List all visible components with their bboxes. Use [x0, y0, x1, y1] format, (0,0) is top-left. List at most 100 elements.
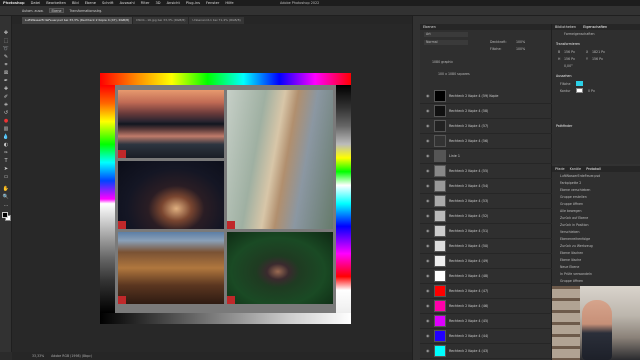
- auto-select-checkbox[interactable]: Autom. ausw.: [22, 9, 44, 13]
- appearance-heading[interactable]: Aussehen: [556, 74, 572, 78]
- history-item[interactable]: Gruppe erstellen: [560, 194, 587, 201]
- layer-name[interactable]: Rechteck 2 Kopie 4 (58): [449, 109, 488, 113]
- eraser-tool-icon[interactable]: ●: [2, 118, 10, 124]
- stroke-width-value[interactable]: 0 Px: [588, 89, 595, 93]
- visibility-eye-icon[interactable]: ◉: [426, 183, 431, 188]
- frame-tool-icon[interactable]: ⊠: [2, 70, 10, 76]
- visibility-eye-icon[interactable]: ◉: [426, 93, 431, 98]
- shape-tool-icon[interactable]: ▭: [2, 174, 10, 180]
- visibility-eye-icon[interactable]: ◉: [426, 168, 431, 173]
- visibility-eye-icon[interactable]: ◉: [426, 273, 431, 278]
- layer-name[interactable]: Rechteck 2 Kopie 4 (47): [449, 289, 488, 293]
- history-snapshot[interactable]: LuftWasserErdeFeuer.psd: [560, 173, 600, 180]
- layer-row[interactable]: ◉ Rechteck 2 Kopie 4 (51): [420, 223, 552, 239]
- path-select-tool-icon[interactable]: ➤: [2, 166, 10, 172]
- transform-controls-checkbox[interactable]: Transformationsstrg.: [69, 9, 102, 13]
- width-value[interactable]: 156 Px: [564, 50, 575, 54]
- history-item[interactable]: Zurück auf Ebene: [560, 215, 588, 222]
- layer-row[interactable]: ◉ Rechteck 2 Kopie 4 (48): [420, 268, 552, 284]
- gradient-tool-icon[interactable]: ▥: [2, 126, 10, 132]
- stamp-tool-icon[interactable]: ⎈: [2, 102, 10, 108]
- pen-tool-icon[interactable]: ✑: [2, 150, 10, 156]
- layer-name[interactable]: Rechteck 2 Kopie 4 (46): [449, 304, 488, 308]
- menu-item-hilfe[interactable]: Hilfe: [225, 1, 233, 5]
- layer-name[interactable]: Linie 1: [449, 154, 460, 158]
- visibility-eye-icon[interactable]: ◉: [426, 258, 431, 263]
- fill-value[interactable]: 100%: [516, 47, 525, 51]
- history-item[interactable]: Ebene löschen: [560, 250, 583, 257]
- layer-row[interactable]: ◉ Rechteck 2 Kopie 4 (46): [420, 298, 552, 314]
- history-item[interactable]: Ebene verschieben: [560, 187, 590, 194]
- history-item[interactable]: Verschieben: [560, 229, 580, 236]
- tab-libraries[interactable]: Bibliotheken: [555, 25, 576, 29]
- visibility-eye-icon[interactable]: ◉: [426, 303, 431, 308]
- layer-name[interactable]: Rechteck 2 Kopie 4 (55): [449, 169, 488, 173]
- tab-paths[interactable]: Pfade: [555, 167, 565, 171]
- layer-row[interactable]: ◉ Linie 1: [420, 148, 552, 164]
- tab-document-3[interactable]: Unbenannt-1 bei 71,4% (RGB/8): [189, 17, 244, 24]
- dodge-tool-icon[interactable]: ◐: [2, 142, 10, 148]
- transform-heading[interactable]: Transformieren: [556, 42, 580, 46]
- history-item[interactable]: Zurück zu Werkzeug: [560, 243, 593, 250]
- fill-color-swatch[interactable]: [576, 81, 583, 86]
- layer-row[interactable]: ◉ Rechteck 2 Kopie 4 (45): [420, 313, 552, 329]
- layer-row[interactable]: ◉ Rechteck 2 Kopie 4 (44): [420, 328, 552, 344]
- layer-name[interactable]: Rechteck 2 Kopie 4 (49): [449, 259, 488, 263]
- stroke-color-swatch[interactable]: [576, 88, 583, 93]
- foreground-color-swatch[interactable]: [2, 212, 8, 218]
- menu-item-auswahl[interactable]: Auswahl: [120, 1, 135, 5]
- visibility-eye-icon[interactable]: ◉: [426, 228, 431, 233]
- layer-name[interactable]: Rechteck 2 Kopie 4 (59) Kopie: [449, 94, 498, 98]
- layer-subgroup-name[interactable]: 100 x 1080 squares: [438, 72, 470, 76]
- history-item[interactable]: Alle bewegen: [560, 208, 581, 215]
- layer-row[interactable]: ◉ Rechteck 2 Kopie 4 (49): [420, 253, 552, 269]
- visibility-eye-icon[interactable]: ◉: [426, 123, 431, 128]
- menu-item-plugins[interactable]: Plug-ins: [186, 1, 200, 5]
- tab-history[interactable]: Protokoll: [586, 167, 601, 171]
- layer-row[interactable]: ◉ Rechteck 2 Kopie 4 (52): [420, 208, 552, 224]
- layer-row[interactable]: ◉ Rechteck 2 Kopie 4 (53): [420, 193, 552, 209]
- marquee-tool-icon[interactable]: ⬚: [2, 38, 10, 44]
- history-item[interactable]: Gruppe öffnen: [560, 278, 583, 285]
- layer-name[interactable]: Rechteck 2 Kopie 4 (43): [449, 349, 488, 353]
- layer-row[interactable]: ◉ Rechteck 2 Kopie 4 (43): [420, 343, 552, 359]
- tab-channels[interactable]: Kanäle: [570, 167, 582, 171]
- quick-select-tool-icon[interactable]: ✎: [2, 54, 10, 60]
- layer-name[interactable]: Rechteck 2 Kopie 4 (54): [449, 184, 488, 188]
- visibility-eye-icon[interactable]: ◉: [426, 348, 431, 353]
- tab-properties[interactable]: Eigenschaften: [583, 25, 607, 29]
- visibility-eye-icon[interactable]: ◉: [426, 198, 431, 203]
- layer-select-dropdown[interactable]: Ebene: [48, 8, 65, 13]
- visibility-eye-icon[interactable]: ◉: [426, 333, 431, 338]
- visibility-eye-icon[interactable]: ◉: [426, 138, 431, 143]
- menu-app-name[interactable]: Photoshop: [3, 1, 25, 5]
- menu-item-filter[interactable]: Filter: [141, 1, 150, 5]
- layer-row[interactable]: ◉ Rechteck 2 Kopie 4 (50): [420, 238, 552, 254]
- layer-row[interactable]: ◉ Rechteck 2 Kopie 4 (54): [420, 178, 552, 194]
- layer-name[interactable]: Rechteck 2 Kopie 4 (48): [449, 274, 488, 278]
- layer-name[interactable]: Rechteck 2 Kopie 4 (57): [449, 124, 488, 128]
- history-item[interactable]: Ebene lösche: [560, 257, 581, 264]
- blend-mode-select[interactable]: Normal: [424, 40, 468, 45]
- layer-name[interactable]: Rechteck 2 Kopie 4 (50): [449, 244, 488, 248]
- more-tools-icon[interactable]: …: [2, 202, 10, 208]
- brush-tool-icon[interactable]: ✐: [2, 94, 10, 100]
- eyedropper-tool-icon[interactable]: ✒: [2, 78, 10, 84]
- zoom-level[interactable]: 33,33%: [32, 354, 44, 358]
- history-item[interactable]: Zurück in Position: [560, 222, 588, 229]
- tab-document-2[interactable]: DSC0...16.jpg bei 33,3% (RGB/8): [133, 17, 189, 24]
- layers-panel-title[interactable]: Ebenen: [420, 24, 551, 30]
- visibility-eye-icon[interactable]: ◉: [426, 243, 431, 248]
- layer-name[interactable]: Rechteck 2 Kopie 4 (45): [449, 319, 488, 323]
- y-value[interactable]: 156 Px: [592, 57, 603, 61]
- layer-row[interactable]: ◉ Rechteck 2 Kopie 4 (47): [420, 283, 552, 299]
- visibility-eye-icon[interactable]: ◉: [426, 213, 431, 218]
- healing-tool-icon[interactable]: ✚: [2, 86, 10, 92]
- move-tool-icon[interactable]: ✥: [2, 30, 10, 36]
- layer-row[interactable]: ◉ Rechteck 2 Kopie 4 (58): [420, 103, 552, 119]
- tab-document-1[interactable]: LuftWasserErdeFeuer.psd bei 33,3% (Recht…: [22, 17, 133, 24]
- x-value[interactable]: 1821 Px: [592, 50, 605, 54]
- visibility-eye-icon[interactable]: ◉: [426, 108, 431, 113]
- layer-name[interactable]: Rechteck 2 Kopie 4 (51): [449, 229, 488, 233]
- history-item[interactable]: Ebenenreihenfolge: [560, 236, 590, 243]
